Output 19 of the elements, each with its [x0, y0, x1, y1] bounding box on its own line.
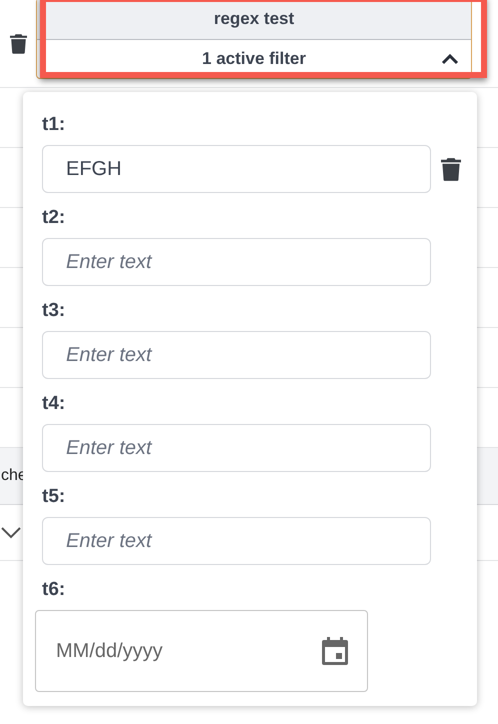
text-field[interactable]: EFGH — [42, 145, 431, 193]
field-label: t1: — [42, 114, 66, 136]
field-label: t4: — [42, 393, 66, 415]
field-label: t2: — [42, 207, 66, 229]
text-field[interactable]: Enter text — [42, 517, 431, 565]
text-field[interactable]: Enter text — [42, 331, 431, 379]
field-label: t6: — [42, 579, 66, 601]
text-field[interactable]: Enter text — [42, 424, 431, 472]
chevron-icon[interactable] — [0, 526, 22, 540]
header-title: regex test — [37, 0, 471, 40]
field-label: t5: — [42, 486, 66, 508]
text-field[interactable]: Enter text — [42, 238, 431, 286]
filter-summary[interactable]: 1 active filter — [37, 40, 471, 78]
field-label: t3: — [42, 300, 66, 322]
calendar-icon[interactable] — [322, 637, 348, 665]
chevron-icon[interactable] — [441, 53, 459, 65]
trash-icon[interactable] — [10, 34, 27, 54]
date-field[interactable]: MM/dd/yyyy — [35, 610, 368, 692]
trash-icon[interactable] — [441, 158, 461, 180]
